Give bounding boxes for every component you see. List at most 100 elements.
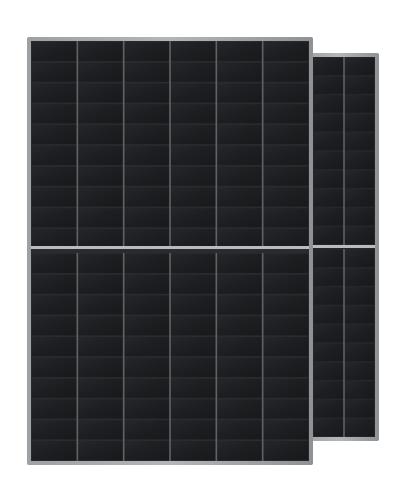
front-panel-cell — [170, 253, 216, 273]
front-panel-cell — [31, 274, 77, 294]
front-panel-cell — [31, 316, 77, 336]
front-panel-cell — [263, 378, 309, 398]
front-panel-cell — [78, 253, 123, 273]
back-panel-cell — [344, 151, 375, 169]
front-panel-cell — [217, 295, 262, 315]
front-panel-cell — [124, 41, 170, 61]
back-panel-cell — [344, 381, 375, 399]
back-panel-cell — [344, 57, 375, 75]
front-panel-cell — [78, 229, 123, 249]
back-panel-cell — [313, 362, 344, 380]
front-panel-cell — [124, 125, 170, 145]
back-panel-cell — [344, 268, 375, 286]
front-panel-cell — [217, 378, 262, 398]
front-panel-cell — [170, 208, 216, 228]
front-panel-cell — [170, 316, 216, 336]
front-panel-cell — [217, 41, 262, 61]
front-panel-cell — [124, 295, 170, 315]
front-panel-cell — [217, 145, 262, 165]
front-panel-cell — [78, 378, 123, 398]
front-panel-cell — [217, 420, 262, 440]
front-panel-cell — [78, 104, 123, 124]
front-panel-cell — [263, 295, 309, 315]
front-panel-cell — [31, 166, 77, 186]
front-panel-column-gap — [122, 41, 125, 249]
back-panel-cell — [313, 268, 344, 286]
back-panel-cell — [313, 76, 344, 94]
front-panel-cell — [217, 357, 262, 377]
front-panel-cell — [78, 208, 123, 228]
front-panel-cell — [217, 104, 262, 124]
front-panel-cell — [31, 41, 77, 61]
back-panel-cell — [344, 208, 375, 226]
front-panel-cell — [170, 62, 216, 82]
back-panel-cell — [344, 249, 375, 267]
back-panel-cell — [313, 151, 344, 169]
front-panel-cell — [217, 187, 262, 207]
front-panel-cell — [217, 83, 262, 103]
front-panel-cell — [124, 166, 170, 186]
front-panel-cell — [124, 420, 170, 440]
back-panel-cell — [344, 287, 375, 305]
front-panel-cell — [170, 104, 216, 124]
front-panel-cell — [124, 378, 170, 398]
back-panel-cell — [313, 287, 344, 305]
front-panel-cell — [217, 62, 262, 82]
front-panel-cell — [217, 208, 262, 228]
back-panel-cell — [313, 400, 344, 418]
back-panel-cell — [344, 189, 375, 207]
front-panel-cell — [124, 357, 170, 377]
back-panel-cell — [344, 114, 375, 132]
front-panel-column-gap — [76, 41, 79, 249]
front-panel-cell — [263, 104, 309, 124]
back-panel-cell — [313, 306, 344, 324]
front-panel-cell — [263, 420, 309, 440]
front-panel-cell — [31, 125, 77, 145]
front-panel-cell — [124, 316, 170, 336]
front-panel-cell — [217, 125, 262, 145]
front-panel-cell — [170, 378, 216, 398]
front-panel-column-gap — [122, 253, 125, 461]
front-panel-cell — [170, 420, 216, 440]
back-panel-cell — [313, 95, 344, 113]
front-panel-column-gap — [76, 253, 79, 461]
front-panel-cell — [78, 166, 123, 186]
back-panel-cell — [344, 306, 375, 324]
back-panel-cell — [344, 95, 375, 113]
front-panel-cell — [263, 357, 309, 377]
front-panel-cell — [217, 274, 262, 294]
front-panel-cell — [124, 441, 170, 461]
product-image — [0, 0, 402, 498]
back-panel-cell — [313, 114, 344, 132]
front-panel-cell — [170, 229, 216, 249]
front-panel-column-gap — [169, 253, 171, 461]
front-panel-column-gap — [261, 253, 264, 461]
front-panel-cell — [263, 441, 309, 461]
front-panel-cell — [78, 420, 123, 440]
front-panel-cell — [31, 420, 77, 440]
front-panel-cell — [124, 274, 170, 294]
front-panel-cell — [78, 441, 123, 461]
back-panel-cell — [344, 343, 375, 361]
front-panel-cell — [124, 104, 170, 124]
front-panel-cell — [124, 208, 170, 228]
front-panel-column-gap — [215, 41, 218, 249]
front-panel-cell — [263, 337, 309, 357]
back-panel-column-gap — [343, 249, 345, 437]
front-panel-cell — [217, 229, 262, 249]
back-panel-cell — [344, 227, 375, 245]
back-panel-cell — [313, 419, 344, 437]
front-panel-cell — [124, 337, 170, 357]
back-panel-cell — [313, 189, 344, 207]
front-solar-panel — [27, 37, 313, 465]
front-panel-cell — [78, 337, 123, 357]
front-panel-cell — [31, 295, 77, 315]
front-panel-cell — [263, 41, 309, 61]
back-panel-cell — [344, 325, 375, 343]
front-panel-cell — [170, 274, 216, 294]
front-panel-cell — [124, 253, 170, 273]
back-panel-cell — [344, 419, 375, 437]
front-panel-cell — [78, 295, 123, 315]
front-panel-cell — [124, 229, 170, 249]
front-panel-cell — [124, 62, 170, 82]
